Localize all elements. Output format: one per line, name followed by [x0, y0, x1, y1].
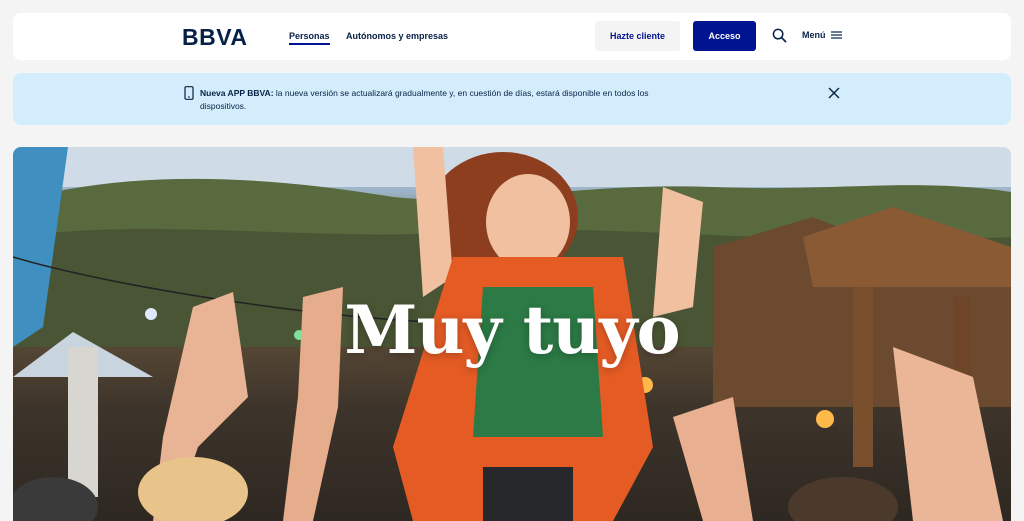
- menu-button[interactable]: Menú: [802, 30, 842, 40]
- bbva-logo[interactable]: BBVA: [182, 24, 247, 51]
- acceso-button[interactable]: Acceso: [693, 21, 756, 51]
- hero-section: Muy tuyo: [13, 147, 1011, 521]
- nav-personas[interactable]: Personas: [289, 31, 330, 45]
- site-header: BBVA Personas Autónomos y empresas Hazte…: [13, 13, 1011, 60]
- app-update-banner: Nueva APP BBVA: la nueva versión se actu…: [13, 73, 1011, 125]
- hamburger-icon: [830, 31, 842, 39]
- banner-title: Nueva APP BBVA:: [200, 88, 274, 98]
- search-icon[interactable]: [772, 28, 787, 43]
- banner-message: Nueva APP BBVA: la nueva versión se actu…: [200, 87, 650, 113]
- nav-autonomos-empresas[interactable]: Autónomos y empresas: [346, 31, 448, 41]
- hazte-cliente-button[interactable]: Hazte cliente: [595, 21, 680, 51]
- close-icon[interactable]: [828, 87, 840, 99]
- menu-label: Menú: [802, 30, 826, 40]
- phone-icon: [184, 86, 194, 100]
- hero-title: Muy tuyo: [344, 291, 680, 369]
